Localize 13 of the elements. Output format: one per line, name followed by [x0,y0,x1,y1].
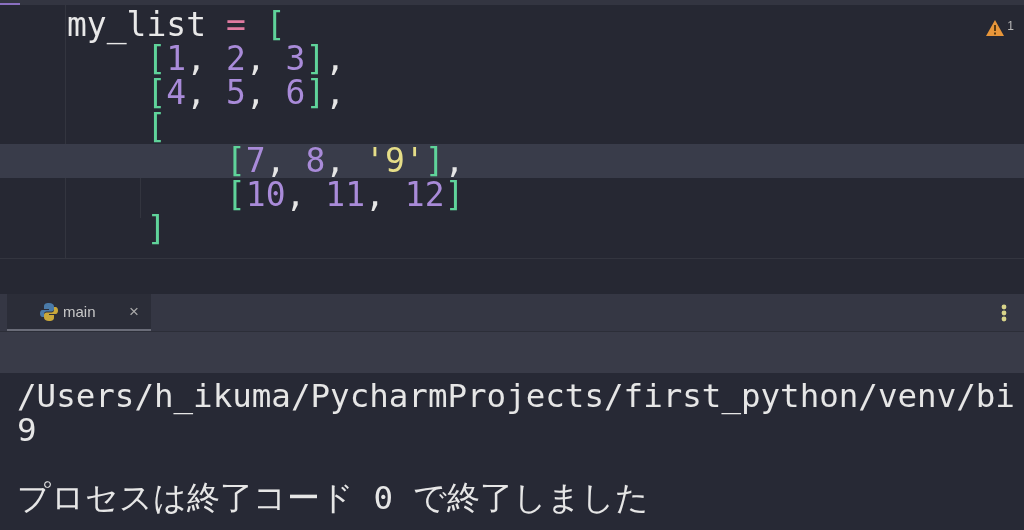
warning-icon [985,19,1006,37]
process-finished-message: プロセスは終了コード 0 で終了しました [17,479,649,517]
code-line: [1, 2, 3], [146,42,346,76]
run-tab[interactable]: main × [7,294,151,331]
code-line: [4, 5, 6], [145,76,346,110]
more-options-icon[interactable] [1001,303,1007,322]
close-tab-button[interactable]: × [129,301,139,322]
code-line: [7, 8, '9'], [224,144,465,178]
python-logo-icon [39,301,59,322]
code-line: [ [145,110,167,144]
warning-count[interactable]: 1 [1007,19,1014,33]
code-line: [10, 11, 12] [224,178,465,212]
code-line: ] [145,212,167,246]
